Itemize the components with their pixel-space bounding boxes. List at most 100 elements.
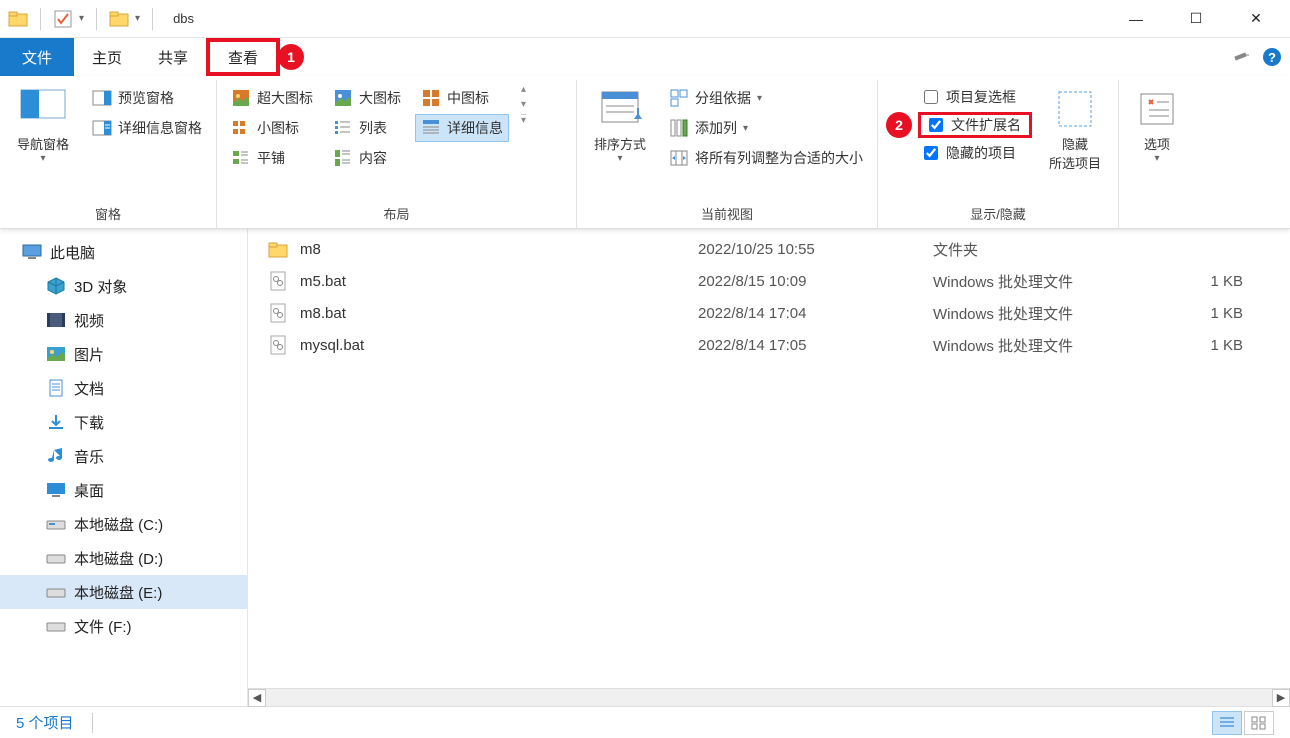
table-row[interactable]: m5.bat 2022/8/15 10:09 Windows 批处理文件 1 K… (268, 265, 1282, 297)
preview-pane-label: 预览窗格 (118, 88, 174, 108)
tab-view[interactable]: 查看 (206, 38, 280, 76)
scroll-left-icon[interactable]: ◀ (248, 689, 266, 707)
sort-by-button[interactable]: 排序方式 ▾ (585, 84, 655, 168)
help-icon[interactable]: ? (1262, 47, 1282, 67)
list-label: 列表 (359, 118, 387, 138)
hidden-items-checkbox[interactable] (924, 146, 938, 160)
size-columns-button[interactable]: 将所有列调整为合适的大小 (663, 144, 869, 172)
hide-selected-icon (1051, 88, 1099, 130)
tab-home[interactable]: 主页 (74, 38, 140, 76)
large-icons-button[interactable]: 大图标 (327, 84, 407, 112)
navigation-pane-button[interactable]: 导航窗格 ▾ (8, 84, 78, 168)
file-extensions-checkbox[interactable] (929, 118, 943, 132)
chevron-down-icon: ▾ (743, 123, 748, 134)
qat-separator (40, 8, 41, 30)
sidebar-drive-e[interactable]: 本地磁盘 (E:) (0, 575, 247, 609)
tab-share[interactable]: 共享 (140, 38, 206, 76)
group-by-label: 分组依据 (695, 88, 751, 108)
hidden-items-label: 隐藏的项目 (946, 143, 1016, 163)
table-row[interactable]: m8.bat 2022/8/14 17:04 Windows 批处理文件 1 K… (268, 297, 1282, 329)
medium-icons-label: 中图标 (447, 88, 489, 108)
table-row[interactable]: m8 2022/10/25 10:55 文件夹 (268, 233, 1282, 265)
tab-file-label: 文件 (22, 47, 52, 68)
sidebar-music[interactable]: 音乐 (0, 439, 247, 473)
nav-sidebar: 此电脑 3D 对象 视频 图片 文档 下载 音乐 桌面 (0, 229, 248, 706)
item-checkboxes-label: 项目复选框 (946, 87, 1016, 107)
details-pane-button[interactable]: 详细信息窗格 (86, 114, 208, 142)
details-view-toggle[interactable] (1212, 711, 1242, 735)
music-icon (46, 447, 66, 465)
item-checkboxes-toggle[interactable]: 项目复选框 (918, 84, 1032, 110)
checkbox-qat-icon[interactable] (53, 9, 73, 29)
sidebar-this-pc[interactable]: 此电脑 (0, 235, 247, 269)
thumbnail-view-toggle[interactable] (1244, 711, 1274, 735)
file-type: Windows 批处理文件 (933, 271, 1173, 292)
qat-dropdown-icon[interactable]: ▾ (79, 13, 84, 24)
desktop-icon (46, 481, 66, 499)
add-columns-label: 添加列 (695, 118, 737, 138)
minimize-button[interactable]: — (1106, 1, 1166, 37)
layout-scroll-down-icon[interactable]: ▾ (521, 99, 526, 110)
options-icon (1133, 88, 1181, 130)
sidebar-desktop[interactable]: 桌面 (0, 473, 247, 507)
hidden-items-toggle[interactable]: 隐藏的项目 (918, 140, 1032, 166)
file-size: 1 KB (1173, 305, 1243, 322)
horizontal-scrollbar[interactable]: ◀ ▶ (248, 688, 1290, 706)
sidebar-documents[interactable]: 文档 (0, 371, 247, 405)
scroll-right-icon[interactable]: ▶ (1272, 689, 1290, 707)
file-size: 1 KB (1173, 337, 1243, 354)
options-button[interactable]: 选项 ▾ (1127, 84, 1187, 168)
details-view-button[interactable]: 详细信息 (415, 114, 509, 142)
quick-access-toolbar: ▾ ▾ dbs (4, 0, 198, 37)
layout-group-label: 布局 (225, 204, 568, 226)
qat-dropdown-icon[interactable]: ▾ (135, 13, 140, 24)
list-button[interactable]: 列表 (327, 114, 407, 142)
sidebar-videos[interactable]: 视频 (0, 303, 247, 337)
tab-file[interactable]: 文件 (0, 38, 74, 76)
medium-icons-button[interactable]: 中图标 (415, 84, 509, 112)
sidebar-3d-objects[interactable]: 3D 对象 (0, 269, 247, 303)
content-button[interactable]: 内容 (327, 144, 407, 172)
sidebar-label: 图片 (74, 344, 104, 365)
bat-file-icon (268, 303, 288, 323)
preview-pane-button[interactable]: 预览窗格 (86, 84, 208, 112)
layout-scroll-up-icon[interactable]: ▴ (521, 84, 526, 95)
qat-separator (96, 8, 97, 30)
add-columns-button[interactable]: 添加列 ▾ (663, 114, 869, 142)
sidebar-downloads[interactable]: 下载 (0, 405, 247, 439)
small-icons-icon (231, 118, 251, 138)
sidebar-label: 文档 (74, 378, 104, 399)
item-checkboxes-checkbox[interactable] (924, 90, 938, 104)
group-by-button[interactable]: 分组依据 ▾ (663, 84, 869, 112)
layout-more-icon[interactable]: ▾ (521, 114, 526, 126)
hide-selected-button[interactable]: 隐藏 所选项目 (1040, 84, 1110, 176)
large-icons-icon (333, 88, 353, 108)
pin-icon[interactable] (1232, 47, 1252, 67)
annotation-badge-1: 1 (278, 44, 304, 70)
file-listing: m8 2022/10/25 10:55 文件夹 m5.bat 2022/8/15… (248, 229, 1290, 706)
ribbon-group-panes: 导航窗格 ▾ 预览窗格 详细信息窗格 窗格 (0, 80, 217, 228)
window-title: dbs (173, 11, 194, 26)
size-columns-icon (669, 148, 689, 168)
tiles-button[interactable]: 平铺 (225, 144, 319, 172)
group-by-icon (669, 88, 689, 108)
options-label: 选项 (1144, 134, 1170, 153)
small-icons-button[interactable]: 小图标 (225, 114, 319, 142)
sidebar-drive-d[interactable]: 本地磁盘 (D:) (0, 541, 247, 575)
tiles-label: 平铺 (257, 148, 285, 168)
table-row[interactable]: mysql.bat 2022/8/14 17:05 Windows 批处理文件 … (268, 329, 1282, 361)
extra-large-icons-button[interactable]: 超大图标 (225, 84, 319, 112)
sidebar-pictures[interactable]: 图片 (0, 337, 247, 371)
bat-file-icon (268, 335, 288, 355)
file-extensions-toggle[interactable]: 文件扩展名 (918, 112, 1032, 138)
chevron-down-icon: ▾ (617, 153, 622, 164)
file-type: Windows 批处理文件 (933, 303, 1173, 324)
sidebar-drive-f[interactable]: 文件 (F:) (0, 609, 247, 643)
navigation-pane-label: 导航窗格 (17, 134, 69, 153)
hide-selected-label: 隐藏 (1062, 134, 1088, 153)
maximize-button[interactable]: ☐ (1166, 1, 1226, 37)
sidebar-drive-c[interactable]: 本地磁盘 (C:) (0, 507, 247, 541)
navigation-pane-icon (19, 88, 67, 130)
close-button[interactable]: ✕ (1226, 1, 1286, 37)
file-name: m8.bat (300, 305, 346, 322)
